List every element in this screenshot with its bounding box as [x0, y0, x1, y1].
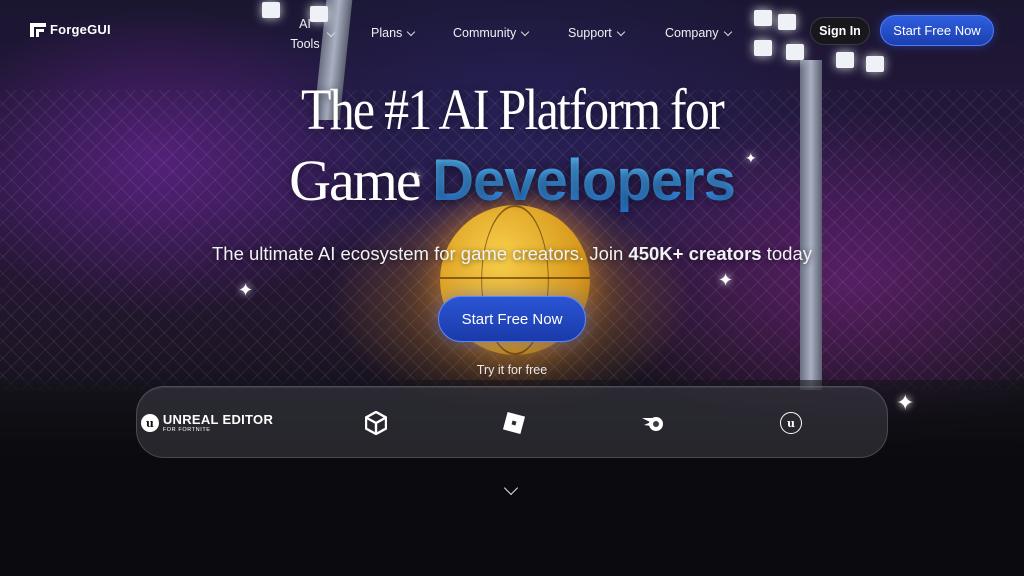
nav-plans[interactable]: Plans — [371, 23, 416, 43]
sparkle-icon: ✦ — [896, 390, 915, 415]
stadium-light — [778, 14, 796, 30]
nav-support[interactable]: Support — [568, 23, 626, 43]
chevron-down-icon — [407, 27, 416, 36]
unreal-editor-text: UNREAL EDITOR FOR FORTNITE — [163, 413, 273, 434]
hero-subtitle-bold: 450K+ creators — [628, 243, 762, 264]
unreal-engine-logo: u — [778, 387, 804, 459]
unreal-editor-sub: FOR FORTNITE — [162, 426, 211, 433]
roblox-icon — [503, 412, 525, 434]
roblox-logo — [501, 387, 527, 459]
blender-icon — [642, 417, 663, 431]
hero-subtitle: The ultimate AI ecosystem for game creat… — [0, 243, 1024, 265]
nav-community[interactable]: Community — [453, 23, 530, 43]
unreal-engine-icon: u — [780, 412, 802, 434]
try-free-text: Try it for free — [476, 363, 548, 377]
stadium-light — [262, 2, 280, 18]
stadium-light — [836, 52, 854, 68]
sign-in-button[interactable]: Sign In — [810, 17, 870, 45]
stadium-light — [866, 56, 884, 72]
forgegui-logo-icon — [30, 22, 46, 37]
brand-name: ForgeGUI — [50, 22, 111, 37]
unreal-editor-main: UNREAL EDITOR — [162, 411, 274, 427]
unity-logo — [363, 387, 389, 459]
hero-subtitle-post: today — [761, 243, 812, 264]
chevron-down-icon — [616, 27, 626, 36]
nav-community-label: Community — [453, 26, 517, 40]
chevron-down-icon — [520, 27, 530, 36]
chevron-down-icon — [723, 27, 732, 36]
sparkle-icon: ✦ — [238, 280, 254, 300]
header-start-free-button[interactable]: Start Free Now — [880, 15, 994, 46]
partner-logo-strip: u UNREAL EDITOR FOR FORTNITE u — [136, 386, 888, 458]
chevron-down-icon — [326, 28, 336, 37]
stadium-light — [786, 44, 804, 60]
unity-icon — [365, 411, 387, 435]
stadium-light — [754, 40, 772, 56]
nav-company-label: Company — [665, 26, 719, 40]
stadium-light — [754, 10, 772, 26]
blender-logo — [639, 387, 669, 459]
brand-logo[interactable]: ForgeGUI — [30, 22, 111, 37]
hero-start-free-button[interactable]: Start Free Now — [438, 296, 586, 342]
nav-company[interactable]: Company — [665, 23, 732, 43]
hero-title-line2: Game Developers — [0, 146, 1024, 214]
hero-title-accent: Developers — [432, 148, 736, 213]
hero-title-plain: Game — [289, 148, 433, 213]
hero-title-line1: The #1 AI Platform for — [300, 77, 725, 142]
sparkle-icon: ✦ — [718, 270, 734, 290]
nav-ai-tools[interactable]: AI Tools — [288, 14, 336, 54]
nav-ai-tools-label: AI Tools — [290, 17, 320, 51]
nav-plans-label: Plans — [371, 26, 403, 40]
nav-support-label: Support — [568, 26, 612, 40]
unreal-editor-fortnite-logo: u UNREAL EDITOR FOR FORTNITE — [137, 387, 277, 459]
unreal-badge-icon: u — [140, 414, 159, 432]
hero-subtitle-pre: The ultimate AI ecosystem for game creat… — [211, 243, 629, 264]
